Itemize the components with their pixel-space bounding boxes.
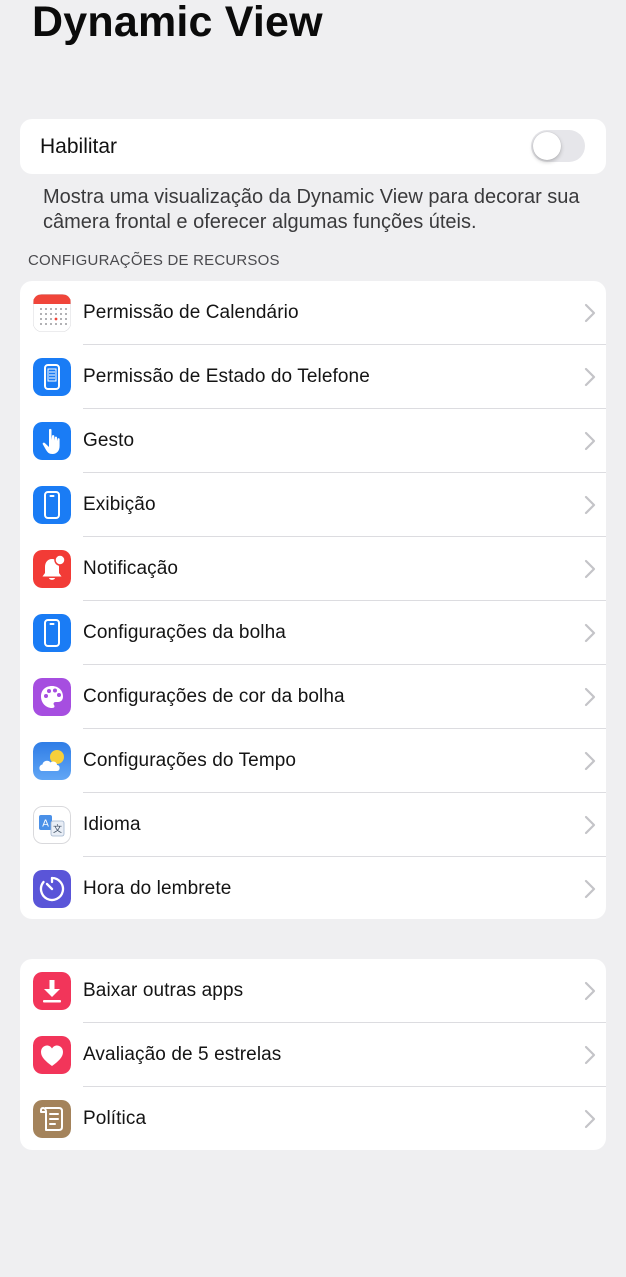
features-list: Permissão de Calendário Permissão de Est…	[20, 281, 606, 919]
bell-icon	[33, 550, 71, 588]
hand-gesture-icon	[33, 422, 71, 460]
timer-icon	[33, 870, 71, 908]
row-rate-five-stars[interactable]: Avaliação de 5 estrelas	[20, 1023, 606, 1087]
row-phone-state-permission[interactable]: Permissão de Estado do Telefone	[20, 345, 606, 409]
row-label: Configurações de cor da bolha	[83, 686, 345, 707]
row-label: Permissão de Calendário	[83, 302, 299, 323]
row-label: Política	[83, 1108, 147, 1129]
toggle-knob	[533, 132, 561, 160]
row-label: Baixar outras apps	[83, 980, 244, 1001]
chevron-right-icon	[584, 303, 596, 323]
palette-icon	[33, 678, 71, 716]
section-header-features: CONFIGURAÇÕES DE RECURSOS	[28, 252, 280, 269]
extras-list: Baixar outras apps Avaliação de 5 estrel…	[20, 959, 606, 1150]
chevron-right-icon	[584, 687, 596, 707]
chevron-right-icon	[584, 559, 596, 579]
row-label: Hora do lembrete	[83, 878, 232, 899]
row-label: Configurações do Tempo	[83, 750, 297, 771]
phone-state-icon	[33, 358, 71, 396]
row-label: Idioma	[83, 814, 141, 835]
page-title: Dynamic View	[32, 0, 323, 46]
document-icon	[33, 1100, 71, 1138]
enable-label: Habilitar	[40, 135, 118, 158]
chevron-right-icon	[584, 879, 596, 899]
phone-display-icon	[33, 486, 71, 524]
svg-text:文: 文	[53, 823, 62, 835]
row-bubble-color-settings[interactable]: Configurações de cor da bolha	[20, 665, 606, 729]
row-notification[interactable]: Notificação	[20, 537, 606, 601]
row-bubble-settings[interactable]: Configurações da bolha	[20, 601, 606, 665]
chevron-right-icon	[584, 981, 596, 1001]
heart-icon	[33, 1036, 71, 1074]
row-label: Avaliação de 5 estrelas	[83, 1044, 282, 1065]
row-label: Notificação	[83, 558, 179, 579]
row-policy[interactable]: Política	[20, 1087, 606, 1150]
svg-text:A: A	[42, 819, 49, 830]
row-calendar-permission[interactable]: Permissão de Calendário	[20, 281, 606, 345]
chevron-right-icon	[584, 431, 596, 451]
chevron-right-icon	[584, 623, 596, 643]
enable-toggle[interactable]	[531, 130, 585, 162]
row-gesture[interactable]: Gesto	[20, 409, 606, 473]
chevron-right-icon	[584, 1045, 596, 1065]
translate-icon: A 文	[33, 806, 71, 844]
chevron-right-icon	[584, 367, 596, 387]
row-label: Permissão de Estado do Telefone	[83, 366, 370, 387]
row-label: Gesto	[83, 430, 135, 451]
chevron-right-icon	[584, 495, 596, 515]
row-label: Exibição	[83, 494, 156, 515]
enable-card: Habilitar	[20, 119, 606, 174]
row-reminder-time[interactable]: Hora do lembrete	[20, 857, 606, 919]
row-label: Configurações da bolha	[83, 622, 286, 643]
row-display[interactable]: Exibição	[20, 473, 606, 537]
row-weather-settings[interactable]: Configurações do Tempo	[20, 729, 606, 793]
row-language[interactable]: A 文 Idioma	[20, 793, 606, 857]
chevron-right-icon	[584, 815, 596, 835]
calendar-icon	[33, 294, 71, 332]
description-text: Mostra uma visualização da Dynamic View …	[43, 186, 580, 233]
weather-icon	[33, 742, 71, 780]
download-icon	[33, 972, 71, 1010]
phone-bubble-icon	[33, 614, 71, 652]
chevron-right-icon	[584, 1109, 596, 1129]
chevron-right-icon	[584, 751, 596, 771]
row-download-apps[interactable]: Baixar outras apps	[20, 959, 606, 1023]
